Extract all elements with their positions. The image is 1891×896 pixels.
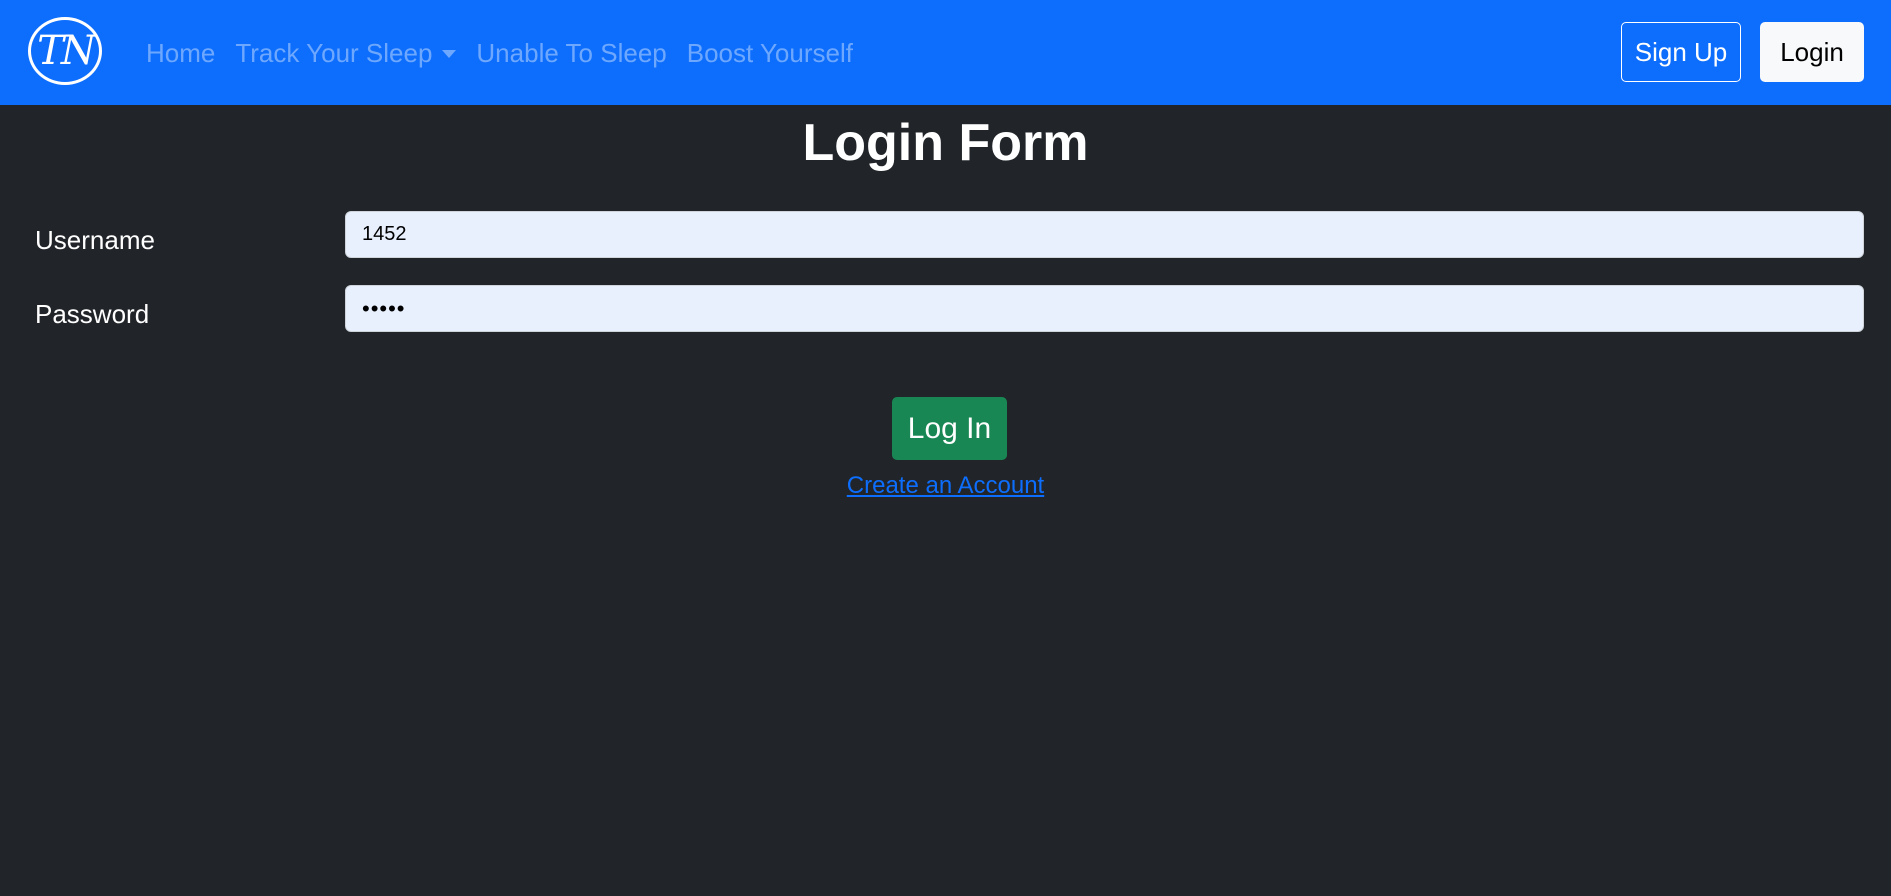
caret-down-icon[interactable]: [442, 50, 457, 58]
nav-link-home[interactable]: Home: [146, 38, 215, 69]
password-label: Password: [35, 299, 150, 329]
logo[interactable]: TN: [28, 17, 102, 85]
password-input[interactable]: [345, 285, 1864, 332]
navbar: TN Home Track Your Sleep Unable To Sleep…: [0, 0, 1891, 105]
create-account-link[interactable]: Create an Account: [847, 472, 1044, 499]
login-submit-button[interactable]: Log In: [892, 397, 1007, 460]
nav-links: Home Track Your Sleep Unable To Sleep Bo…: [146, 35, 873, 71]
logo-text: TN: [37, 28, 96, 74]
nav-link-track-sleep[interactable]: Track Your Sleep: [235, 38, 432, 69]
create-account-row: Create an Account: [0, 470, 1891, 505]
login-nav-button[interactable]: Login: [1760, 22, 1864, 82]
nav-dropdown-track-sleep[interactable]: Track Your Sleep: [235, 38, 457, 69]
signup-button[interactable]: Sign Up: [1621, 22, 1741, 82]
username-input[interactable]: [345, 211, 1864, 258]
nav-link-unable-to-sleep[interactable]: Unable To Sleep: [476, 38, 666, 69]
nav-link-boost-yourself[interactable]: Boost Yourself: [687, 38, 853, 69]
username-label: Username: [35, 225, 155, 255]
page-title: Login Form: [802, 114, 1089, 172]
